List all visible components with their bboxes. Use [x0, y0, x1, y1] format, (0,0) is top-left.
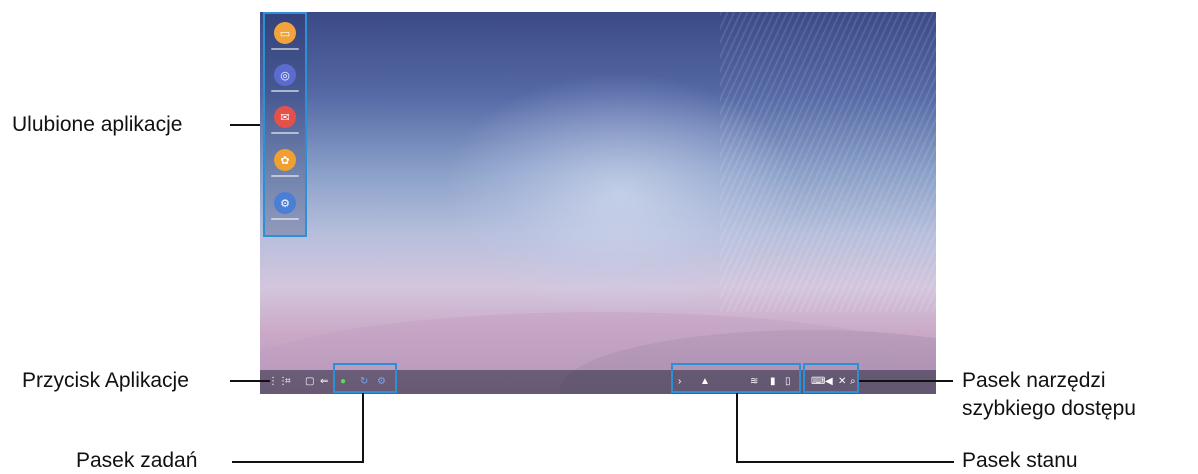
- callout-line: [859, 380, 953, 382]
- back-icon[interactable]: ⇐: [320, 375, 328, 389]
- app-label: [271, 90, 299, 92]
- quick-access-highlight: [803, 363, 859, 393]
- email-icon[interactable]: ✉: [274, 106, 296, 128]
- recent-apps-icon[interactable]: ▢: [305, 375, 314, 389]
- screenshot-icon[interactable]: ⌗: [285, 375, 291, 389]
- callout-line: [230, 380, 270, 382]
- callout-line: [362, 393, 364, 463]
- app-label: [271, 175, 299, 177]
- favorite-apps-label: Ulubione aplikacje: [12, 113, 183, 136]
- callout-line: [230, 124, 260, 126]
- wallpaper-stripes: [720, 12, 936, 312]
- app-label: [271, 48, 299, 50]
- taskbar-highlight: [333, 363, 397, 393]
- status-bar-label: Pasek stanu: [962, 449, 1078, 472]
- favorite-apps-panel: ▭ ◎ ✉ ✿ ⚙: [263, 12, 307, 237]
- gallery-icon[interactable]: ✿: [274, 149, 296, 171]
- taskbar-label: Pasek zadań: [76, 449, 198, 472]
- internet-icon[interactable]: ◎: [274, 64, 296, 86]
- folder-icon[interactable]: ▭: [274, 22, 296, 44]
- callout-line: [232, 461, 362, 463]
- apps-button-label: Przycisk Aplikacje: [22, 369, 189, 392]
- app-label: [271, 218, 299, 220]
- quick-access-label-2: szybkiego dostępu: [962, 397, 1136, 420]
- desktop-screen: [260, 12, 936, 394]
- settings-icon[interactable]: ⚙: [274, 192, 296, 214]
- callout-line: [736, 461, 954, 463]
- callout-line: [736, 393, 738, 463]
- status-bar-highlight: [671, 363, 801, 393]
- quick-access-label-1: Pasek narzędzi: [962, 369, 1106, 392]
- app-label: [271, 132, 299, 134]
